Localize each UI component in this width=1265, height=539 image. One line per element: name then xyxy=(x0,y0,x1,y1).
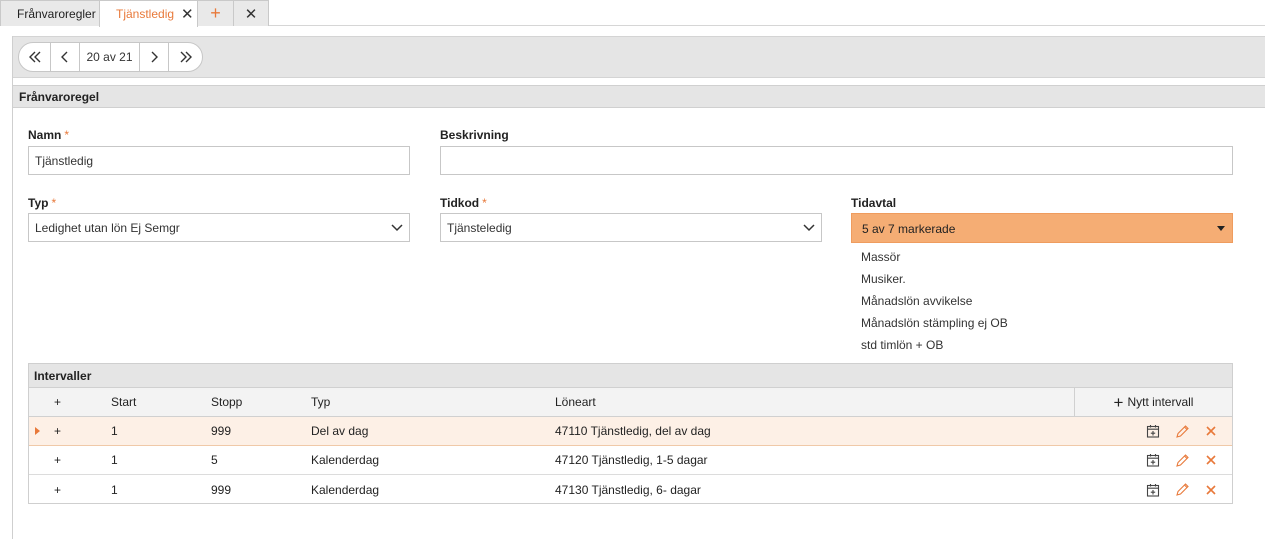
row-expand-button[interactable]: + xyxy=(54,446,61,474)
cell-wage-type: 47120 Tjänstledig, 1-5 dagar xyxy=(555,453,708,467)
cell-start: 1 xyxy=(111,482,118,497)
chevron-down-icon xyxy=(803,224,815,232)
next-record-button[interactable] xyxy=(140,43,169,71)
tab-label: Tjänstledig xyxy=(116,7,175,21)
next-page-icon xyxy=(151,51,158,63)
row-expand-button[interactable]: + xyxy=(54,475,61,504)
pencil-icon[interactable] xyxy=(1173,451,1191,469)
cell-start: 1 xyxy=(111,453,118,467)
intervals-title: Intervaller xyxy=(29,364,1232,388)
interval-row[interactable]: + 1 5 Kalenderdag 47120 Tjänstledig, 1-5… xyxy=(29,446,1232,475)
caret-down-icon xyxy=(1217,226,1225,231)
first-page-icon xyxy=(28,51,40,63)
calendar-add-icon[interactable] xyxy=(1144,451,1162,469)
interval-row[interactable]: + 1 999 Kalenderdag 47130 Tjänstledig, 6… xyxy=(29,475,1232,504)
record-counter: 20 av 21 xyxy=(80,43,140,71)
delete-icon[interactable] xyxy=(1202,422,1220,440)
agreement-item: Musiker. xyxy=(861,272,906,286)
column-type[interactable]: Typ xyxy=(311,388,330,416)
cell-type: Del av dag xyxy=(311,424,369,438)
section-header: Frånvaroregel xyxy=(13,85,1265,108)
description-input[interactable] xyxy=(440,146,1233,175)
cell-wage-type: 47130 Tjänstledig, 6- dagar xyxy=(555,482,701,497)
record-pager: 20 av 21 xyxy=(18,42,203,72)
delete-icon[interactable] xyxy=(1202,481,1220,499)
required-marker: * xyxy=(51,196,57,210)
agreement-item: Månadslön avvikelse xyxy=(861,294,973,308)
tab-label: Frånvaroregler xyxy=(17,6,96,21)
type-select-value: Ledighet utan lön Ej Semgr xyxy=(35,221,180,235)
type-select[interactable]: Ledighet utan lön Ej Semgr xyxy=(28,213,410,242)
description-label: Beskrivning xyxy=(440,128,509,142)
first-record-button[interactable] xyxy=(19,43,51,71)
interval-row[interactable]: + 1 999 Del av dag 47110 Tjänstledig, de… xyxy=(29,417,1232,446)
required-marker: * xyxy=(64,128,70,142)
row-expand-button[interactable]: + xyxy=(54,417,61,445)
prev-page-icon xyxy=(61,51,68,63)
name-input[interactable]: Tjänstledig xyxy=(28,146,410,175)
new-interval-button[interactable]: + Nytt intervall xyxy=(1074,388,1232,416)
agreement-multiselect[interactable]: 5 av 7 markerade xyxy=(851,213,1233,243)
column-start[interactable]: Start xyxy=(111,388,136,416)
close-icon: ✕ xyxy=(244,5,258,23)
calendar-add-icon[interactable] xyxy=(1144,422,1162,440)
row-actions xyxy=(1144,446,1220,474)
intervals-grid: Intervaller + Start Stopp Typ Löneart + … xyxy=(28,363,1233,504)
tab-franvaroregler[interactable]: Frånvaroregler xyxy=(0,0,100,26)
content-border xyxy=(12,36,13,539)
timecode-label-text: Tidkod xyxy=(440,196,480,210)
type-label: Typ * xyxy=(28,196,56,210)
timecode-select-value: Tjänsteledig xyxy=(447,221,512,235)
type-label-text: Typ xyxy=(28,196,49,210)
previous-record-button[interactable] xyxy=(51,43,80,71)
agreement-item: Massör xyxy=(861,250,901,264)
new-interval-label: Nytt intervall xyxy=(1127,395,1194,409)
cell-type: Kalenderdag xyxy=(311,482,380,497)
name-label-text: Namn xyxy=(28,128,62,142)
pencil-icon[interactable] xyxy=(1173,422,1191,440)
column-wage-type[interactable]: Löneart xyxy=(555,388,596,416)
calendar-add-icon[interactable] xyxy=(1144,481,1162,499)
close-icon[interactable]: ✕ xyxy=(181,7,194,22)
agreement-selected-list: Massör Musiker. Månadslön avvikelse Måna… xyxy=(861,250,1008,360)
row-indicator-icon xyxy=(35,427,40,435)
intervals-header-row: + Start Stopp Typ Löneart + Nytt interva… xyxy=(29,388,1232,417)
row-actions xyxy=(1144,475,1220,504)
cell-wage-type: 47110 Tjänstledig, del av dag xyxy=(555,424,711,438)
add-tab-button[interactable]: + xyxy=(197,0,234,26)
cell-stop: 999 xyxy=(211,482,232,497)
agreement-selected-count: 5 av 7 markerade xyxy=(862,222,956,236)
chevron-down-icon xyxy=(391,224,403,232)
row-actions xyxy=(1144,417,1220,445)
plus-icon: + xyxy=(1113,392,1124,412)
timecode-select[interactable]: Tjänsteledig xyxy=(440,213,822,242)
agreement-label: Tidavtal xyxy=(851,196,897,210)
close-tab-button[interactable]: ✕ xyxy=(233,0,269,26)
cell-type: Kalenderdag xyxy=(311,453,380,467)
cell-start: 1 xyxy=(111,424,118,438)
cell-stop: 999 xyxy=(211,424,232,438)
name-label: Namn * xyxy=(28,128,69,142)
delete-icon[interactable] xyxy=(1202,451,1220,469)
agreement-item: Månadslön stämpling ej OB xyxy=(861,316,1008,330)
timecode-label: Tidkod * xyxy=(440,196,487,210)
pencil-icon[interactable] xyxy=(1173,481,1191,499)
last-page-icon xyxy=(180,51,192,63)
agreement-item: std timlön + OB xyxy=(861,338,944,352)
tab-tjanstledig[interactable]: Tjänstledig ✕ xyxy=(99,0,198,27)
cell-stop: 5 xyxy=(211,453,218,467)
tab-bar: Frånvaroregler Tjänstledig ✕ + ✕ xyxy=(0,0,1265,27)
plus-icon: + xyxy=(210,3,221,23)
required-marker: * xyxy=(482,196,487,210)
expand-all-column[interactable]: + xyxy=(54,388,61,416)
column-stop[interactable]: Stopp xyxy=(211,388,242,416)
last-record-button[interactable] xyxy=(169,43,202,71)
record-navigation-bar: 20 av 21 xyxy=(13,36,1265,78)
